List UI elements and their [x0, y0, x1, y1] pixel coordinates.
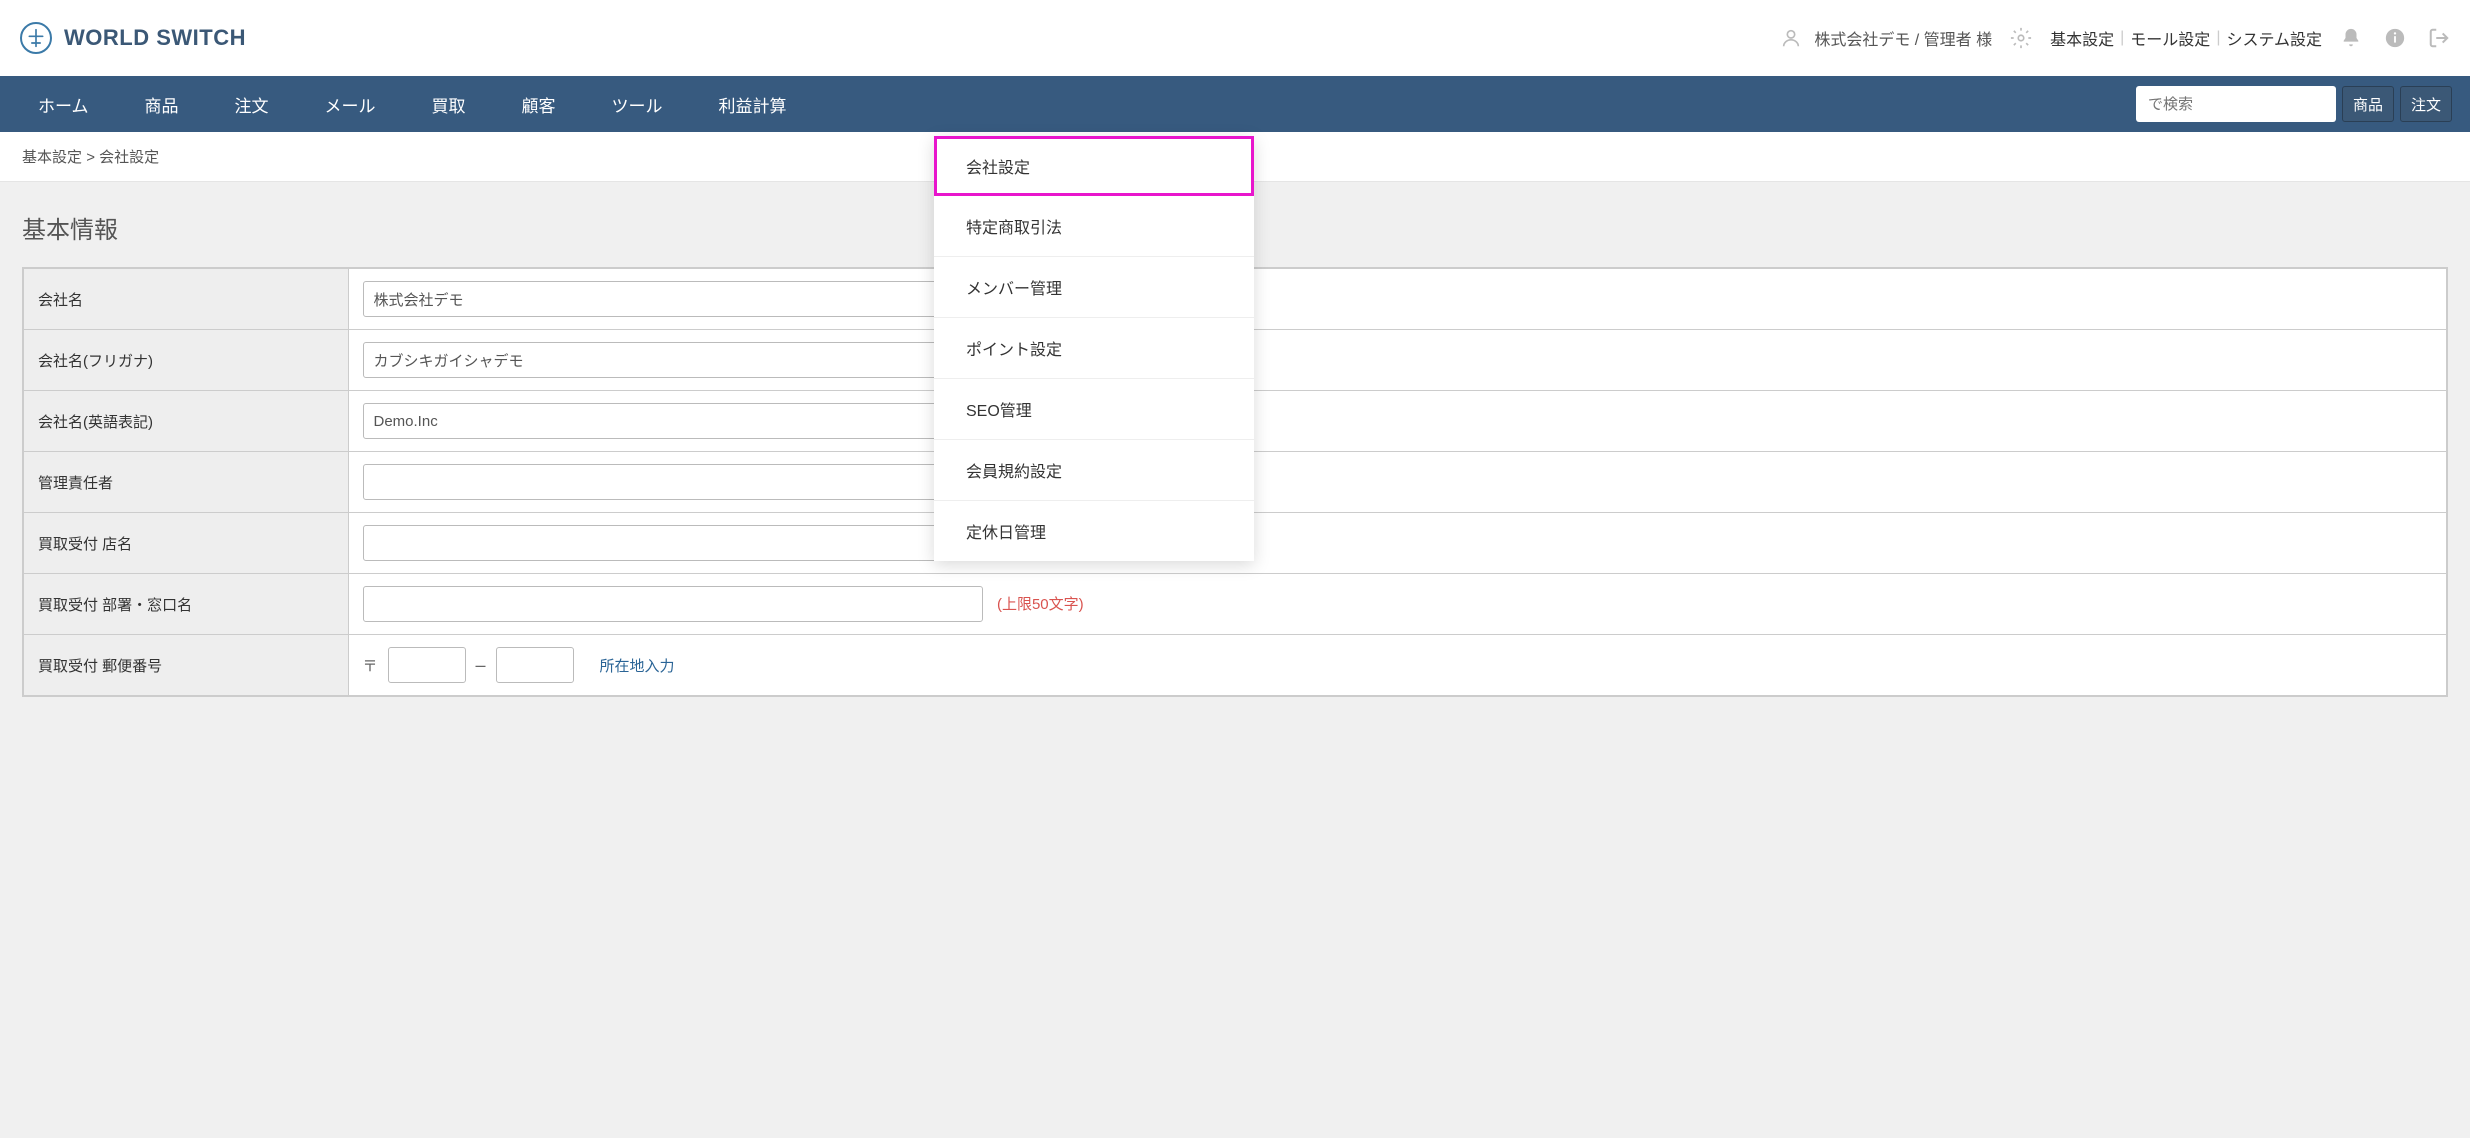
label-company-furigana: 会社名(フリガナ) — [23, 330, 348, 391]
label-department: 買取受付 部署・窓口名 — [23, 574, 348, 635]
separator: | — [2216, 29, 2220, 47]
header-icons — [2340, 27, 2450, 49]
nav-profit[interactable]: 利益計算 — [691, 76, 815, 132]
dropdown-terms[interactable]: 会員規約設定 — [934, 440, 1254, 501]
airplane-icon — [20, 22, 52, 54]
logout-icon[interactable] — [2428, 27, 2450, 49]
dropdown-point-settings[interactable]: ポイント設定 — [934, 318, 1254, 379]
link-basic-settings[interactable]: 基本設定 — [2050, 26, 2114, 50]
dropdown-member-mgmt[interactable]: メンバー管理 — [934, 257, 1254, 318]
header-settings-links: 基本設定 | モール設定 | システム設定 — [2050, 26, 2322, 50]
info-icon[interactable] — [2384, 27, 2406, 49]
dropdown-holidays[interactable]: 定休日管理 — [934, 501, 1254, 561]
settings-dropdown: 会社設定 特定商取引法 メンバー管理 ポイント設定 SEO管理 会員規約設定 定… — [934, 136, 1254, 561]
logo-text: WORLD SWITCH — [64, 25, 246, 51]
label-company-name: 会社名 — [23, 268, 348, 330]
nav-home[interactable]: ホーム — [10, 76, 117, 132]
input-department[interactable] — [363, 586, 983, 622]
nav-order[interactable]: 注文 — [207, 76, 297, 132]
search-area: 商品 注文 — [2136, 86, 2460, 122]
header-right: 株式会社デモ / 管理者 様 基本設定 | モール設定 | システム設定 — [1780, 26, 2450, 50]
user-icon — [1780, 27, 1802, 49]
search-btn-product[interactable]: 商品 — [2342, 86, 2394, 122]
link-mall-settings[interactable]: モール設定 — [2130, 26, 2210, 50]
input-postal-1[interactable] — [388, 647, 466, 683]
breadcrumb-current: 会社設定 — [99, 149, 159, 166]
nav-tool[interactable]: ツール — [584, 76, 691, 132]
dropdown-seo[interactable]: SEO管理 — [934, 379, 1254, 440]
nav-bar: ホーム 商品 注文 メール 買取 顧客 ツール 利益計算 商品 注文 会社設定 … — [0, 76, 2470, 132]
dropdown-tokutei[interactable]: 特定商取引法 — [934, 196, 1254, 257]
logo-area[interactable]: WORLD SWITCH — [20, 22, 246, 54]
search-btn-order[interactable]: 注文 — [2400, 86, 2452, 122]
nav-mail[interactable]: メール — [297, 76, 404, 132]
separator: | — [2120, 29, 2124, 47]
user-area: 株式会社デモ / 管理者 様 — [1780, 26, 1992, 50]
input-postal-2[interactable] — [496, 647, 574, 683]
label-manager: 管理責任者 — [23, 452, 348, 513]
label-company-english: 会社名(英語表記) — [23, 391, 348, 452]
postal-dash: – — [476, 655, 486, 676]
breadcrumb-sep: > — [86, 149, 95, 166]
row-department: 買取受付 部署・窓口名 (上限50文字) — [23, 574, 2447, 635]
label-postal: 買取受付 郵便番号 — [23, 635, 348, 697]
top-header: WORLD SWITCH 株式会社デモ / 管理者 様 基本設定 | モール設定… — [0, 0, 2470, 76]
nav-customer[interactable]: 顧客 — [494, 76, 584, 132]
nav-purchase[interactable]: 買取 — [404, 76, 494, 132]
search-input[interactable] — [2136, 86, 2336, 122]
link-address-lookup[interactable]: 所在地入力 — [600, 655, 675, 676]
nav-product[interactable]: 商品 — [117, 76, 207, 132]
user-label: 株式会社デモ / 管理者 様 — [1814, 26, 1992, 50]
row-postal: 買取受付 郵便番号 〒 – 所在地入力 — [23, 635, 2447, 697]
link-system-settings[interactable]: システム設定 — [2226, 26, 2322, 50]
dropdown-company-settings[interactable]: 会社設定 — [934, 136, 1254, 196]
bell-icon[interactable] — [2340, 27, 2362, 49]
label-store-name: 買取受付 店名 — [23, 513, 348, 574]
postal-symbol: 〒 — [363, 655, 378, 676]
hint-department: (上限50文字) — [997, 596, 1084, 613]
gear-icon[interactable] — [2010, 27, 2032, 49]
breadcrumb-root[interactable]: 基本設定 — [22, 149, 82, 166]
